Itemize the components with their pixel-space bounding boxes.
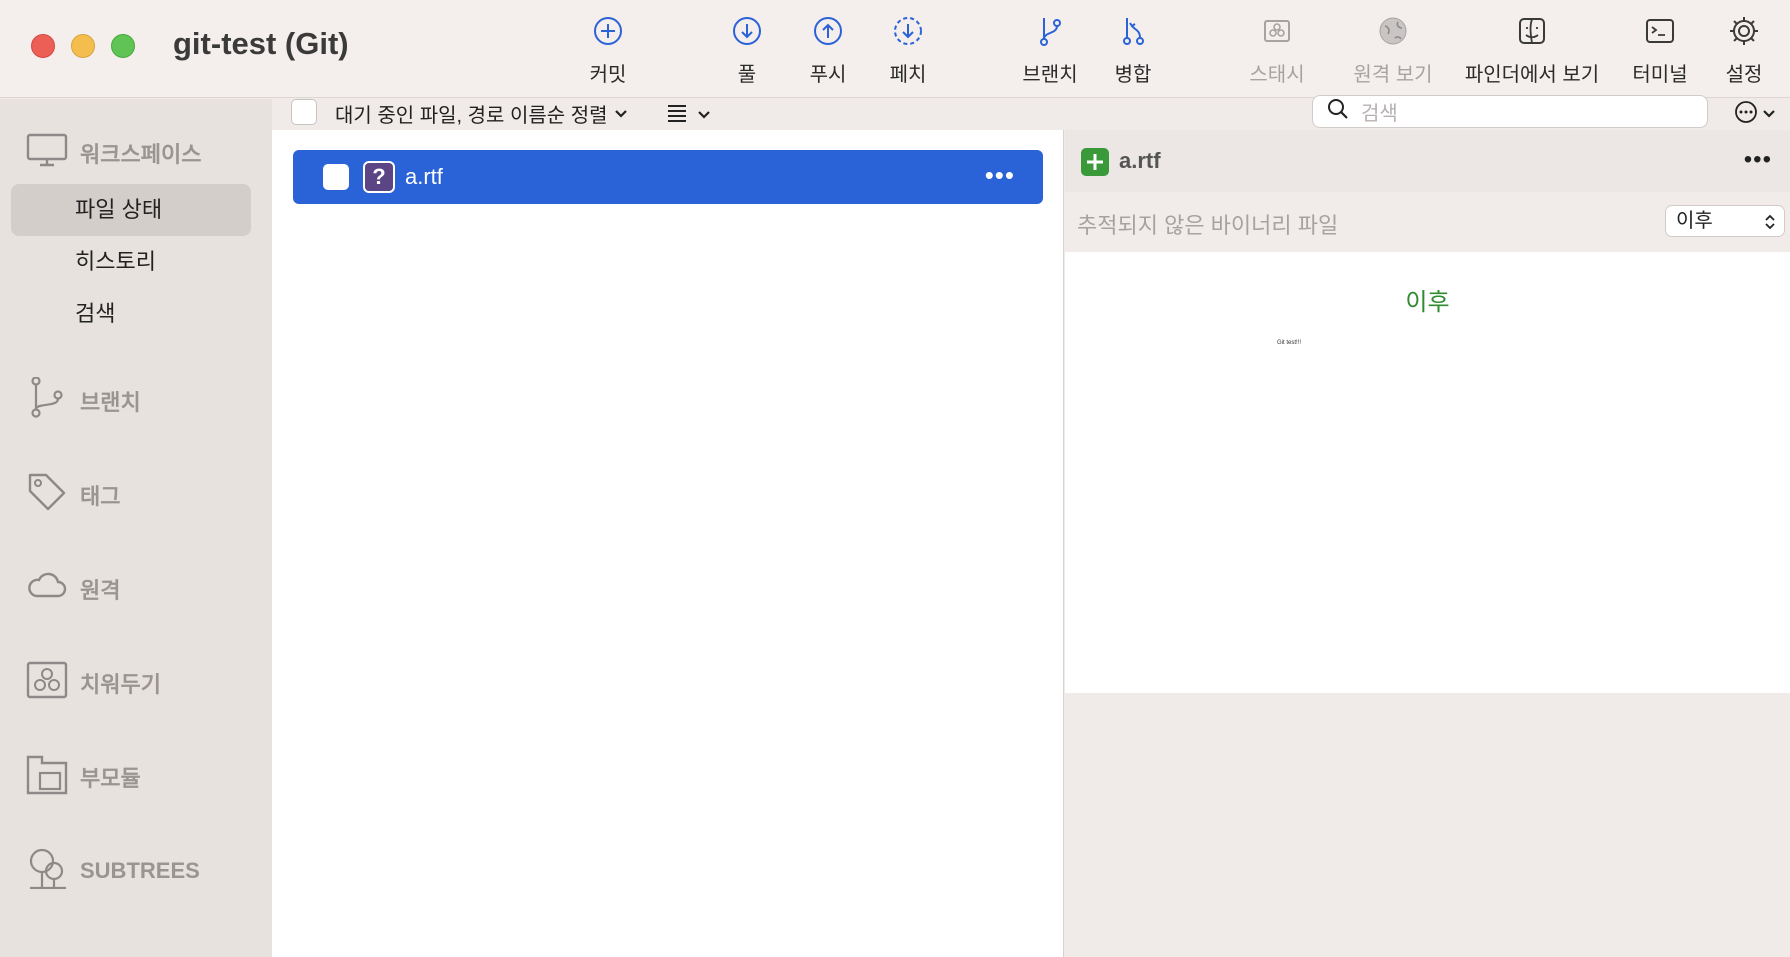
preview-body: 이후 Git test!!! [1065, 252, 1790, 693]
preview-file-name: a.rtf [1119, 148, 1161, 173]
list-icon [667, 103, 687, 128]
sidebar-item-history[interactable]: 히스토리 [11, 236, 251, 288]
terminal-button[interactable]: 터미널 [1630, 14, 1690, 87]
merge-icon [1116, 14, 1150, 48]
version-select-value: 이후 [1676, 210, 1713, 232]
sidebar-section-stashes-label: 치워두기 [80, 672, 161, 697]
sidebar-section-subtrees[interactable]: SUBTREES [26, 847, 200, 895]
list-item[interactable]: ? a.rtf ••• [293, 150, 1043, 204]
close-window-button[interactable] [31, 34, 55, 58]
settings-label: 설정 [1725, 64, 1763, 86]
trees-icon [26, 847, 68, 895]
select-all-checkbox[interactable] [291, 99, 317, 125]
monitor-icon [26, 129, 68, 177]
zoom-window-button[interactable] [111, 34, 135, 58]
branch-icon [26, 376, 68, 425]
added-plus-icon [1081, 148, 1109, 176]
terminal-label: 터미널 [1632, 64, 1688, 86]
merge-label: 병합 [1114, 64, 1152, 86]
fetch-label: 페치 [889, 64, 927, 86]
file-filter-bar: 대기 중인 파일, 경로 이름순 정렬 검색 [272, 95, 1790, 130]
preview-heading: 이후 [1405, 289, 1450, 316]
preview-subtitle: 추적되지 않은 바이너리 파일 [1077, 213, 1339, 238]
pull-label: 풀 [737, 64, 757, 86]
branch-label: 브랜치 [1022, 64, 1078, 86]
search-placeholder: 검색 [1361, 103, 1398, 125]
stash-icon [1260, 14, 1294, 48]
push-button[interactable]: 푸시 [805, 14, 851, 87]
sidebar: 워크스페이스 파일 상태 히스토리 검색 브랜치 태그 원격 치워두기 부모듈 [0, 99, 272, 957]
untracked-status-icon: ? [363, 161, 395, 193]
toolbar: git-test (Git) 커밋 풀 푸시 페치 브랜치 병합 스태시 원격 … [0, 0, 1790, 98]
window-title: git-test (Git) [173, 26, 349, 61]
file-name: a.rtf [405, 164, 443, 189]
sidebar-item-file-status[interactable]: 파일 상태 [11, 184, 251, 236]
ellipsis-circle-icon [1734, 100, 1758, 129]
minimize-window-button[interactable] [71, 34, 95, 58]
view-mode-dropdown[interactable] [667, 103, 711, 128]
preview-header: a.rtf ••• [1065, 130, 1790, 192]
sidebar-section-workspace[interactable]: 워크스페이스 [26, 129, 201, 177]
chevron-down-icon [697, 107, 711, 125]
stash-button[interactable]: 스태시 [1246, 14, 1308, 87]
tag-icon [26, 471, 68, 519]
pull-button[interactable]: 풀 [730, 14, 764, 87]
merge-button[interactable]: 병합 [1110, 14, 1156, 87]
more-options-dropdown[interactable] [1734, 100, 1776, 129]
sidebar-section-branches-label: 브랜치 [80, 390, 141, 415]
preview-subheader: 추적되지 않은 바이너리 파일 이후 [1065, 192, 1790, 252]
up-down-chevron-icon [1764, 211, 1776, 241]
sidebar-section-remotes-label: 원격 [80, 578, 121, 603]
file-thumbnail: Git test!!! [1277, 340, 1302, 346]
sidebar-section-submodules-label: 부모듈 [80, 766, 141, 791]
sidebar-section-submodules[interactable]: 부모듈 [26, 753, 141, 801]
more-icon[interactable]: ••• [985, 162, 1015, 188]
search-field[interactable]: 검색 [1312, 95, 1708, 128]
sidebar-section-subtrees-label: SUBTREES [80, 858, 200, 883]
remote-view-label: 원격 보기 [1353, 64, 1433, 86]
commit-button[interactable]: 커밋 [583, 14, 633, 87]
submodule-icon [26, 753, 68, 801]
fetch-button[interactable]: 페치 [885, 14, 931, 87]
globe-icon [1376, 14, 1410, 48]
finder-view-label: 파인더에서 보기 [1464, 64, 1600, 86]
stash-label: 스태시 [1249, 64, 1305, 86]
sidebar-section-tags-label: 태그 [80, 484, 121, 509]
stash-icon [26, 659, 68, 707]
version-select[interactable]: 이후 [1665, 205, 1785, 237]
commit-label: 커밋 [589, 64, 627, 86]
fetch-dashed-circle-icon [891, 14, 925, 48]
sort-dropdown[interactable]: 대기 중인 파일, 경로 이름순 정렬 [335, 99, 628, 127]
file-list: ? a.rtf ••• [272, 130, 1064, 957]
file-checkbox[interactable] [323, 164, 349, 190]
chevron-down-icon [1762, 106, 1776, 124]
sidebar-section-tags[interactable]: 태그 [26, 471, 120, 519]
finder-view-button[interactable]: 파인더에서 보기 [1462, 14, 1602, 87]
cloud-icon [26, 565, 68, 613]
sort-dropdown-label: 대기 중인 파일, 경로 이름순 정렬 [335, 104, 608, 127]
arrow-down-circle-icon [730, 14, 764, 48]
push-label: 푸시 [809, 64, 847, 86]
sidebar-section-branches[interactable]: 브랜치 [26, 376, 141, 425]
arrow-up-circle-icon [811, 14, 845, 48]
sidebar-section-remotes[interactable]: 원격 [26, 565, 120, 613]
preview-empty-area [1065, 693, 1790, 957]
search-icon [1327, 98, 1349, 125]
finder-icon [1515, 14, 1549, 48]
plus-circle-icon [591, 14, 625, 48]
more-icon[interactable]: ••• [1744, 146, 1772, 174]
terminal-icon [1643, 14, 1677, 48]
gear-icon [1727, 14, 1761, 48]
sidebar-section-stashes[interactable]: 치워두기 [26, 659, 161, 707]
settings-button[interactable]: 설정 [1722, 14, 1766, 87]
chevron-down-icon [614, 102, 628, 125]
branch-icon [1033, 14, 1067, 48]
remote-view-button[interactable]: 원격 보기 [1349, 14, 1437, 87]
sidebar-item-search[interactable]: 검색 [11, 288, 251, 340]
branch-button[interactable]: 브랜치 [1019, 14, 1081, 87]
sidebar-section-workspace-label: 워크스페이스 [80, 142, 202, 167]
